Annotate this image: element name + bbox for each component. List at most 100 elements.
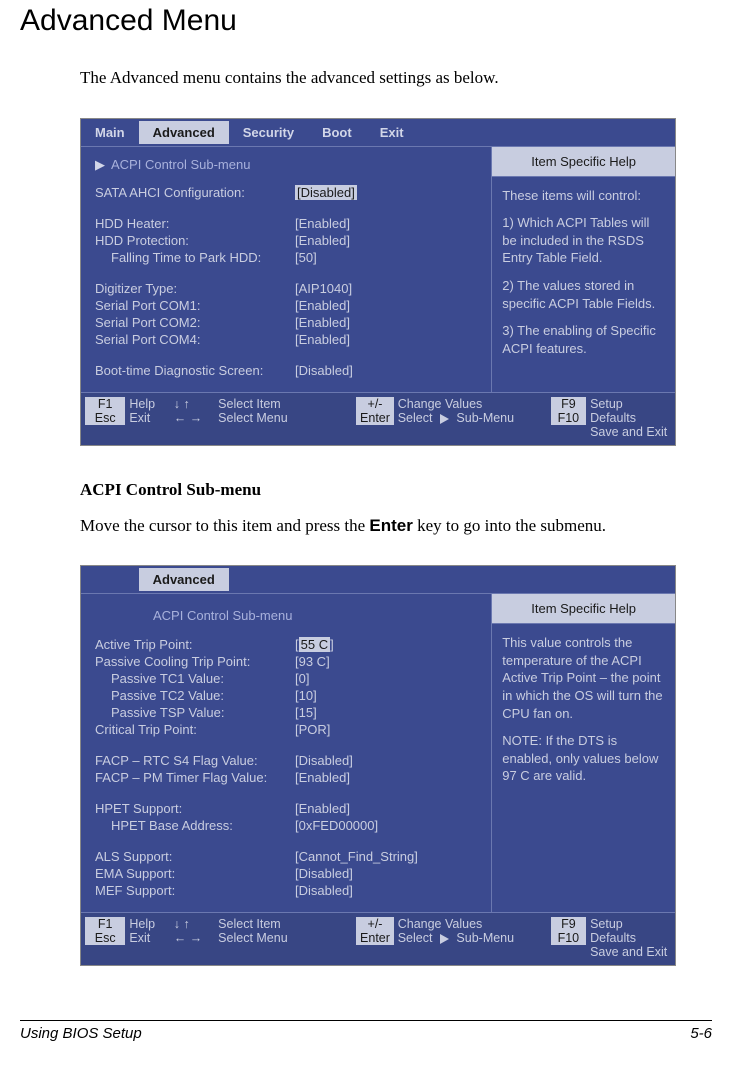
setting-row[interactable]: Critical Trip Point:[POR] — [95, 722, 483, 737]
enter-key-text: Enter — [369, 516, 412, 535]
setting-label: MEF Support: — [95, 883, 295, 898]
footer-label: Using BIOS Setup — [20, 1025, 142, 1042]
setting-label: HDD Protection: — [95, 233, 295, 248]
help-text: Help — [129, 917, 173, 931]
key-plusminus: +/- — [356, 397, 393, 411]
setting-label: Serial Port COM2: — [95, 315, 295, 330]
key-f1: F1 — [85, 397, 125, 411]
tab-advanced-2[interactable]: Advanced — [139, 568, 229, 591]
setting-row[interactable]: FACP – PM Timer Flag Value:[Enabled] — [95, 770, 483, 785]
help-body: These items will control:1) Which ACPI T… — [492, 177, 675, 367]
setting-label: HPET Support: — [95, 801, 295, 816]
bios-keyhelp-bar-2: F1EscHelpExit↓ ↑← →Select ItemSelect Men… — [81, 912, 675, 965]
help-header-2: Item Specific Help — [492, 594, 675, 624]
setting-row[interactable]: FACP – RTC S4 Flag Value:[Disabled] — [95, 753, 483, 768]
setup-defaults-text: Setup Defaults — [590, 397, 671, 425]
setting-value: [Disabled] — [295, 363, 353, 378]
save-exit-text: Save and Exit — [590, 425, 671, 439]
setting-label: Active Trip Point: — [95, 637, 295, 652]
setting-row[interactable]: Passive Cooling Trip Point:[93 C] — [95, 654, 483, 669]
section-text: Move the cursor to this item and press t… — [80, 514, 682, 538]
bios-keyhelp-bar: F1EscHelpExit↓ ↑← →Select ItemSelect Men… — [81, 392, 675, 445]
tab-advanced[interactable]: Advanced — [139, 121, 229, 144]
change-values-text: Change Values — [398, 397, 551, 411]
setting-label: Boot-time Diagnostic Screen: — [95, 363, 295, 378]
tab-boot[interactable]: Boot — [308, 121, 366, 144]
select-item-text: Select Item — [218, 397, 356, 411]
updown-icon: ↓ ↑ — [174, 917, 218, 931]
setting-label: FACP – PM Timer Flag Value: — [95, 770, 295, 785]
setting-value: [Disabled] — [295, 185, 357, 200]
setting-row[interactable]: Boot-time Diagnostic Screen:[Disabled] — [95, 363, 483, 378]
footer-page-number: 5-6 — [690, 1025, 712, 1042]
key-f9: F9 — [551, 397, 586, 411]
setting-label: SATA AHCI Configuration: — [95, 185, 295, 200]
setting-label: Digitizer Type: — [95, 281, 295, 296]
setting-value: [POR] — [295, 722, 330, 737]
leftright-icon: ← → — [174, 411, 218, 425]
select-submenu-text: Select Sub-Menu — [398, 411, 551, 425]
help-text: Help — [129, 397, 173, 411]
setting-row[interactable]: Digitizer Type:[AIP1040] — [95, 281, 483, 296]
setting-label: Critical Trip Point: — [95, 722, 295, 737]
updown-icon: ↓ ↑ — [174, 397, 218, 411]
setting-row[interactable]: ALS Support:[Cannot_Find_String] — [95, 849, 483, 864]
setting-row[interactable]: Serial Port COM2:[Enabled] — [95, 315, 483, 330]
setting-value: [Enabled] — [295, 770, 350, 785]
setting-value: [0xFED00000] — [295, 818, 378, 833]
setting-value: [Disabled] — [295, 753, 353, 768]
page-title: Advanced Menu — [20, 4, 712, 38]
setting-row[interactable]: Falling Time to Park HDD:[50] — [95, 250, 483, 265]
change-values-text: Change Values — [398, 917, 551, 931]
setting-label: Serial Port COM4: — [95, 332, 295, 347]
setting-label: HDD Heater: — [95, 216, 295, 231]
setting-row[interactable]: Passive TC1 Value:[0] — [95, 671, 483, 686]
setting-row[interactable]: Serial Port COM4:[Enabled] — [95, 332, 483, 347]
select-item-text: Select Item — [218, 917, 356, 931]
tab-main[interactable]: Main — [81, 121, 139, 144]
section-heading: ACPI Control Sub-menu — [80, 478, 682, 502]
setup-defaults-text: Setup Defaults — [590, 917, 671, 945]
tab-security[interactable]: Security — [229, 121, 308, 144]
setting-value: [10] — [295, 688, 317, 703]
key-f9: F9 — [551, 917, 586, 931]
leftright-icon: ← → — [174, 931, 218, 945]
setting-value: [Disabled] — [295, 883, 353, 898]
triangle-right-icon: ▶ — [95, 157, 105, 173]
setting-value: [0] — [295, 671, 309, 686]
bios-menubar-2: Main Advanced — [81, 566, 675, 594]
setting-value: [Enabled] — [295, 298, 350, 313]
setting-row[interactable]: MEF Support:[Disabled] — [95, 883, 483, 898]
save-exit-text: Save and Exit — [590, 945, 671, 959]
setting-value: [15] — [295, 705, 317, 720]
select-submenu-text: Select Sub-Menu — [398, 931, 551, 945]
setting-row[interactable]: Passive TSP Value:[15] — [95, 705, 483, 720]
setting-value: [Enabled] — [295, 801, 350, 816]
setting-value: [93 C] — [295, 654, 330, 669]
setting-label: FACP – RTC S4 Flag Value: — [95, 753, 295, 768]
setting-row[interactable]: HPET Base Address:[0xFED00000] — [95, 818, 483, 833]
select-menu-text: Select Menu — [218, 411, 356, 425]
key-enter: Enter — [356, 931, 393, 945]
setting-label: Passive TC2 Value: — [111, 688, 295, 703]
acpi-subtitle: ACPI Control Sub-menu — [153, 608, 483, 623]
setting-value: [Cannot_Find_String] — [295, 849, 418, 864]
setting-row[interactable]: Serial Port COM1:[Enabled] — [95, 298, 483, 313]
key-esc: Esc — [85, 411, 125, 425]
tab-exit[interactable]: Exit — [366, 121, 418, 144]
setting-row[interactable]: Active Trip Point:[55 C] — [95, 637, 483, 652]
acpi-submenu-label: ACPI Control Sub-menu — [111, 157, 250, 172]
setting-value: [Enabled] — [295, 332, 350, 347]
setting-label: ALS Support: — [95, 849, 295, 864]
setting-row[interactable]: HDD Heater:[Enabled] — [95, 216, 483, 231]
setting-row[interactable]: EMA Support:[Disabled] — [95, 866, 483, 881]
setting-row[interactable]: SATA AHCI Configuration:[Disabled] — [95, 185, 483, 200]
intro-text: The Advanced menu contains the advanced … — [80, 66, 682, 90]
setting-value: [50] — [295, 250, 317, 265]
setting-row[interactable]: HPET Support:[Enabled] — [95, 801, 483, 816]
triangle-right-icon — [440, 414, 449, 424]
setting-row[interactable]: Passive TC2 Value:[10] — [95, 688, 483, 703]
acpi-submenu-link[interactable]: ▶ ACPI Control Sub-menu — [95, 157, 483, 173]
setting-row[interactable]: HDD Protection:[Enabled] — [95, 233, 483, 248]
setting-value: [AIP1040] — [295, 281, 352, 296]
